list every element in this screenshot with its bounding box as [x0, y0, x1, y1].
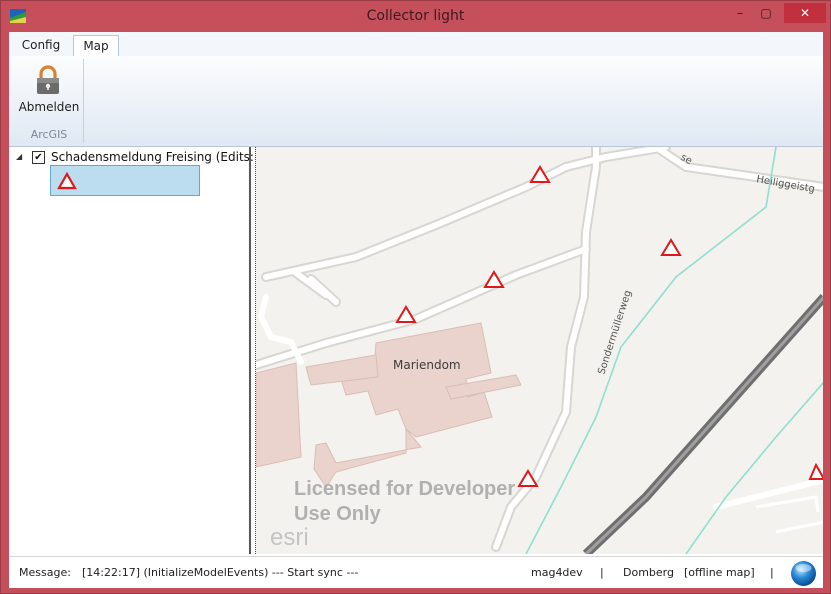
ribbon-panel: Abmelden ArcGIS: [9, 56, 823, 147]
window-title: Collector light: [366, 8, 465, 24]
status-separator: |: [600, 566, 604, 579]
watermark-line2: Use Only: [294, 503, 382, 525]
esri-logo: esri: [270, 524, 309, 551]
ribbon-group-label: ArcGIS: [30, 128, 68, 141]
title-bar[interactable]: Collector light – ▢ ✕: [1, 1, 830, 32]
label-mariendom: Mariendom: [393, 358, 461, 372]
status-message-label: Message:: [19, 566, 71, 579]
map-canvas[interactable]: Mariendom Sondermüllerweg Heiliggeistg s…: [256, 147, 823, 554]
collapse-arrow-icon[interactable]: ◢: [16, 152, 22, 161]
layer-label[interactable]: Schadensmeldung Freising (Edits: 1): [51, 150, 271, 164]
lock-icon: [37, 65, 59, 94]
status-mode: [offline map]: [684, 566, 755, 579]
status-location: Domberg: [623, 566, 674, 579]
status-message-text: [14:22:17] (InitializeModelEvents) --- S…: [82, 566, 359, 579]
logout-button[interactable]: Abmelden: [13, 59, 83, 121]
logout-button-label: Abmelden: [18, 100, 80, 114]
layer-name: Schadensmeldung Freising (Edits:: [51, 150, 258, 164]
layer-symbol-item[interactable]: [50, 165, 200, 196]
tab-map[interactable]: Map: [73, 35, 119, 57]
status-separator: |: [770, 566, 774, 579]
client-area: Config Map Abmelden ArcGIS ◢ ✔ Schadensm…: [9, 32, 823, 588]
tab-config[interactable]: Config: [13, 35, 69, 56]
layer-tree: ◢ ✔ Schadensmeldung Freising (Edits: 1): [9, 147, 271, 554]
globe-icon[interactable]: [790, 560, 817, 587]
map-view[interactable]: Mariendom Sondermüllerweg Heiliggeistg s…: [255, 147, 823, 554]
status-user: mag4dev: [531, 566, 583, 579]
ribbon-group-arcgis: Abmelden ArcGIS: [13, 59, 84, 143]
minimize-button[interactable]: –: [729, 3, 751, 23]
status-bar: Message: [14:22:17] (InitializeModelEven…: [9, 556, 823, 588]
close-button[interactable]: ✕: [784, 3, 826, 23]
warning-triangle-icon: [57, 172, 77, 190]
layer-checkbox[interactable]: ✔: [32, 151, 45, 164]
ribbon-tabs: Config Map: [9, 32, 823, 57]
watermark-line1: Licensed for Developer: [294, 478, 515, 500]
app-window: Collector light – ▢ ✕ Config Map Abmelde: [0, 0, 831, 594]
maximize-button[interactable]: ▢: [755, 3, 777, 23]
